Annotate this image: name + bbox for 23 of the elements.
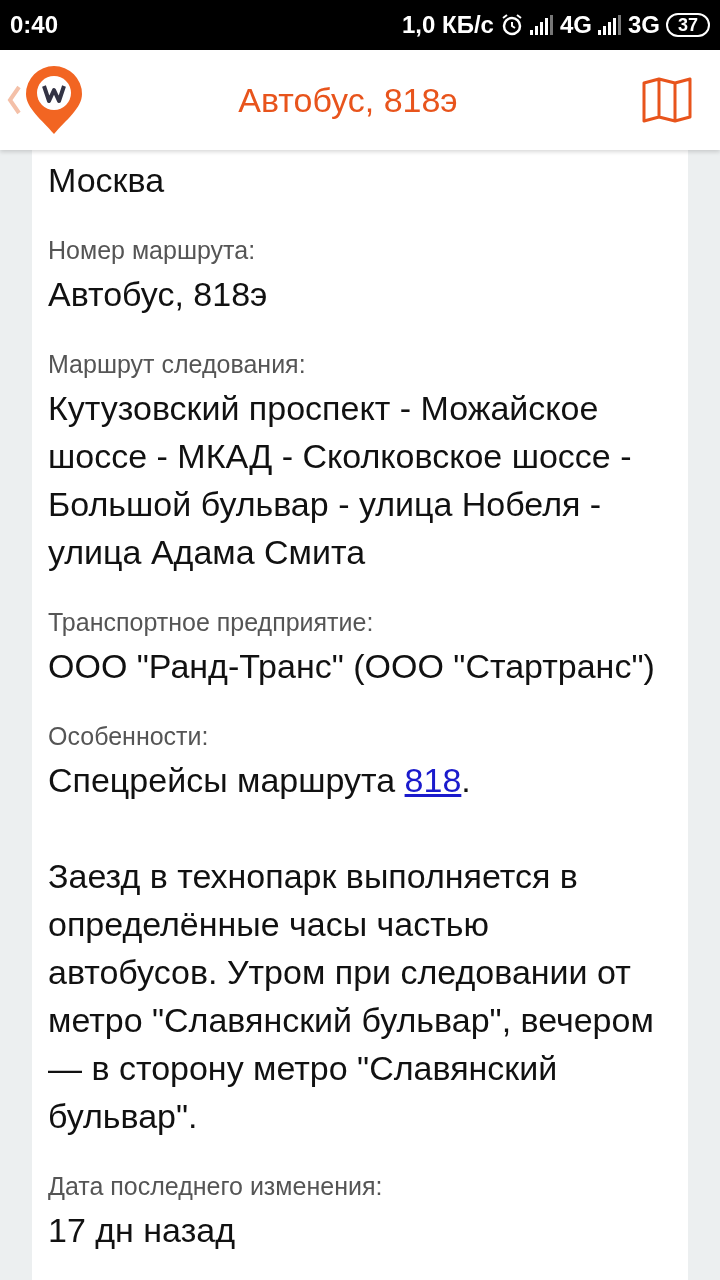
battery-icon: 37 <box>665 13 710 37</box>
back-chevron-icon <box>6 83 22 117</box>
clock: 0:40 <box>10 11 59 39</box>
field-value: Автобус, 818э <box>48 274 269 315</box>
field-label: Транспортное предприятие: <box>48 607 375 638</box>
field-value: 17 дн назад <box>48 1210 236 1251</box>
signal-icon <box>597 15 622 35</box>
description-text: Заезд в технопарк выполняется в определённые часы частью автобусов. Утром при следовании от метро "Славянский бульвар", вечером — в сторону метро "Славянский бульвар". <box>48 856 655 1137</box>
logo-pin-icon <box>24 64 84 136</box>
network-speed: 1,0 КБ/с <box>402 11 494 39</box>
signal-icon <box>529 15 554 35</box>
network-type: 3G <box>627 11 660 39</box>
route-link[interactable]: 818 <box>404 761 462 799</box>
field-value: Спецрейсы маршрута 818. <box>48 760 472 801</box>
city-value: Москва <box>48 160 166 201</box>
field-value: ООО "Ранд-Транс" (ООО "Стартранс") <box>48 646 656 687</box>
field-label: Дата последнего изменения: <box>48 1171 384 1202</box>
field-label: Маршрут следования: <box>48 349 307 380</box>
field-label: Особенности: <box>48 721 210 752</box>
network-type: 4G <box>559 11 592 39</box>
field-label: Номер маршрута: <box>48 235 257 266</box>
field-value: Кутузовский проспект - Можайское шоссе - МКАД - Сколковское шоссе - Большой бульвар - улица Нобеля - улица Адама Смита <box>48 388 633 573</box>
page-title: Автобус, 818э <box>237 80 459 120</box>
